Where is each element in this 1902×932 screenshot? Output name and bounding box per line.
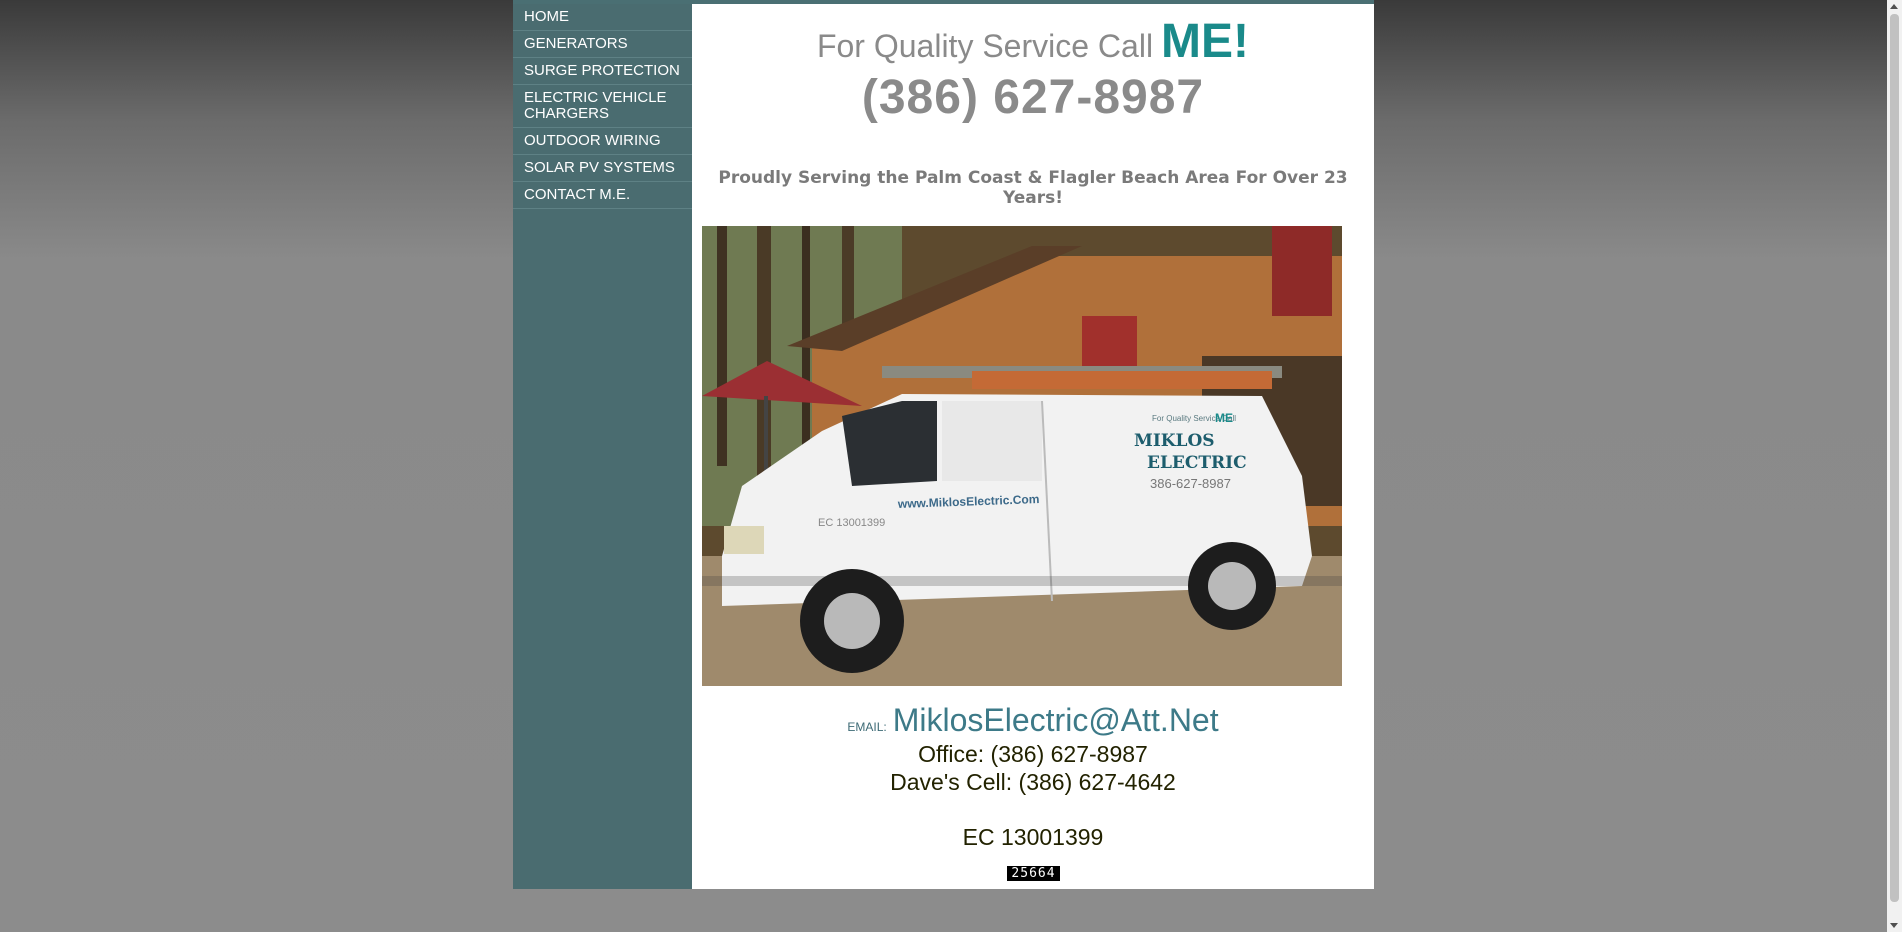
van-photo: For Quality Service Call ME MIKLOS ELECT… (702, 226, 1342, 686)
van-me-text: ME (1215, 411, 1233, 425)
sidebar: HOME GENERATORS SURGE PROTECTION ELECTRI… (513, 4, 692, 889)
tagline: Proudly Serving the Palm Coast & Flagler… (718, 168, 1348, 208)
headline: For Quality Service Call ME! (692, 14, 1374, 69)
van-name-1: MIKLOS (1134, 431, 1215, 451)
page-container: HOME GENERATORS SURGE PROTECTION ELECTRI… (513, 0, 1374, 889)
nav-item-home[interactable]: HOME (513, 4, 692, 31)
headline-me: ME! (1161, 15, 1250, 68)
email-link[interactable]: MiklosElectric@Att.Net (893, 702, 1219, 738)
license-number: EC 13001399 (962, 824, 1104, 850)
nav-item-surge-protection[interactable]: SURGE PROTECTION (513, 58, 692, 85)
van-phone-text: 386-627-8987 (1150, 476, 1231, 491)
nav-item-contact[interactable]: CONTACT M.E. (513, 182, 692, 209)
nav-item-ev-chargers[interactable]: ELECTRIC VEHICLE CHARGERS (513, 85, 692, 128)
headline-lead: For Quality Service Call (816, 28, 1154, 64)
nav-item-solar-pv[interactable]: SOLAR PV SYSTEMS (513, 155, 692, 182)
cell-phone: Dave's Cell: (386) 627-4642 (890, 769, 1176, 795)
hit-counter: 25664 (1007, 866, 1060, 881)
scroll-up-icon[interactable] (1890, 4, 1898, 9)
van-license-text: EC 13001399 (818, 517, 885, 529)
scroll-down-icon[interactable] (1890, 923, 1898, 928)
email-label: EMAIL: (847, 720, 887, 734)
nav-item-outdoor-wiring[interactable]: OUTDOOR WIRING (513, 128, 692, 155)
office-phone: Office: (386) 627-8987 (918, 741, 1148, 767)
headline-phone: (386) 627-8987 (861, 71, 1205, 124)
email-line: EMAIL: MiklosElectric@Att.Net (692, 702, 1374, 739)
van-name-2: ELECTRIC (1147, 453, 1247, 473)
scroll-thumb[interactable] (1890, 14, 1899, 902)
nav-menu: HOME GENERATORS SURGE PROTECTION ELECTRI… (513, 4, 692, 209)
vertical-scrollbar[interactable] (1887, 0, 1902, 932)
main-content: For Quality Service Call ME! (386) 627-89… (692, 4, 1374, 889)
nav-item-generators[interactable]: GENERATORS (513, 31, 692, 58)
